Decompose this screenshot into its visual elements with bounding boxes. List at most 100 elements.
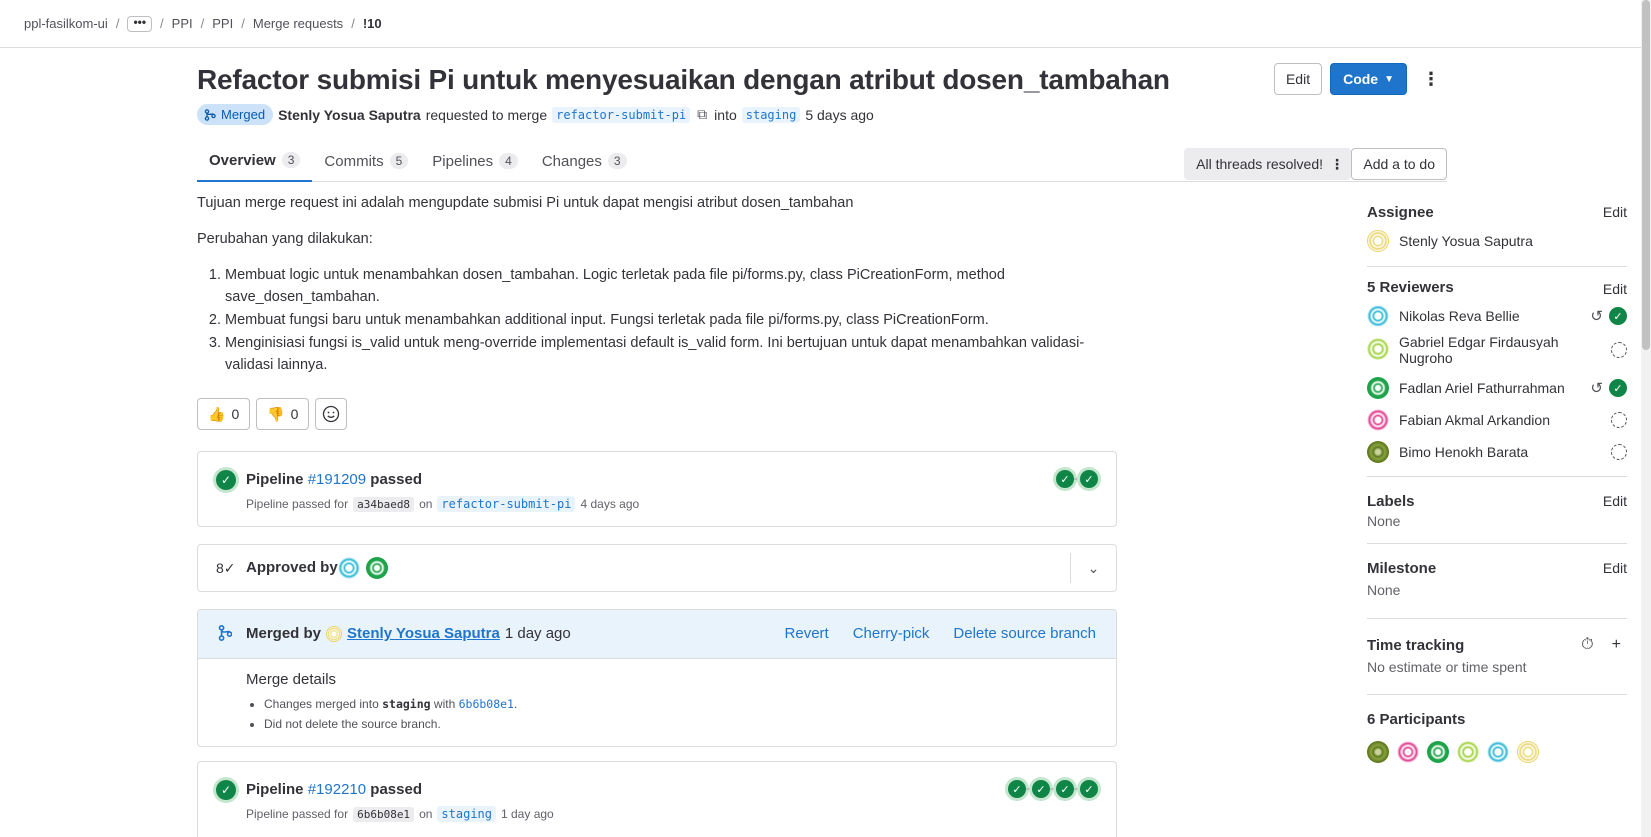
pipeline-link[interactable]: #192210 (308, 781, 366, 798)
pipeline-title: Pipeline #192210 passed (246, 781, 422, 798)
delete-source-branch-button[interactable]: Delete source branch (953, 625, 1096, 642)
reviewer-item[interactable]: Fadlan Ariel Fathurrahman ↺ ✓ (1367, 377, 1627, 399)
commit-sha[interactable]: 6b6b08e1 (353, 806, 415, 822)
avatar[interactable] (1517, 741, 1539, 763)
author-name[interactable]: Stenly Yosua Saputra (278, 107, 421, 123)
plus-icon[interactable]: + (1612, 636, 1621, 654)
tab-label: Pipelines (432, 152, 494, 170)
avatar[interactable] (338, 557, 360, 579)
merge-commit-link[interactable]: 6b6b08e1 (459, 697, 514, 711)
labels-edit-button[interactable]: Edit (1603, 493, 1627, 509)
avatar[interactable] (1367, 741, 1389, 763)
avatar[interactable] (1427, 741, 1449, 763)
approval-icon: 8✓ (216, 560, 236, 576)
cherry-pick-button[interactable]: Cherry-pick (853, 625, 930, 642)
target-branch[interactable]: staging (741, 106, 801, 123)
tab-label: Commits (324, 152, 384, 170)
avatar (1367, 409, 1389, 431)
breadcrumb-more-button[interactable]: ••• (127, 15, 153, 32)
stage-passed-icon[interactable]: ✓ (1080, 470, 1098, 488)
tab-changes[interactable]: Changes 3 (530, 140, 639, 182)
chevron-down-icon: ⌄ (1087, 559, 1100, 576)
add-reaction-button[interactable] (315, 398, 348, 430)
stage-passed-icon[interactable]: ✓ (1080, 780, 1098, 798)
avatar[interactable] (1487, 741, 1509, 763)
pipeline-passed-icon[interactable]: ✓ (216, 470, 236, 490)
avatar[interactable] (326, 625, 343, 642)
assignee-edit-button[interactable]: Edit (1603, 204, 1627, 220)
reviewers-title: 5 Reviewers (1367, 279, 1454, 296)
expand-approvals-button[interactable]: ⌄ (1070, 553, 1116, 583)
on-text: on (419, 807, 433, 821)
threads-kebab-icon[interactable]: ⋮ (1323, 156, 1351, 173)
tab-commits[interactable]: Commits 5 (312, 140, 420, 182)
list-item: Membuat logic untuk menambahkan dosen_ta… (225, 264, 1117, 308)
thumbsdown-button[interactable]: 👎 0 (256, 398, 310, 430)
pipeline-branch[interactable]: refactor-submit-pi (437, 496, 576, 512)
pipeline-passed-icon[interactable]: ✓ (216, 780, 236, 800)
merged-by-user-link[interactable]: Stenly Yosua Saputra (347, 625, 500, 642)
thumbsup-button[interactable]: 👍 0 (197, 398, 251, 430)
threads-resolved-status[interactable]: All threads resolved! ⋮ (1184, 148, 1351, 180)
reviewer-item[interactable]: Bimo Henokh Barata (1367, 441, 1627, 463)
labels-block: Labels Edit None (1367, 477, 1627, 544)
stage-passed-icon[interactable]: ✓ (1032, 780, 1050, 798)
smiley-icon (323, 405, 340, 423)
tab-overview[interactable]: Overview 3 (197, 140, 313, 182)
stopwatch-icon[interactable]: ⏱ (1581, 636, 1593, 654)
milestone-edit-button[interactable]: Edit (1603, 560, 1627, 576)
avatar[interactable] (366, 557, 388, 579)
pipeline-prefix: Pipeline (246, 471, 304, 488)
threads-label: All threads resolved! (1196, 156, 1323, 172)
assignee-title: Assignee (1367, 204, 1434, 221)
breadcrumb-project[interactable]: PPI (212, 16, 233, 31)
pipeline-link[interactable]: #191209 (308, 471, 366, 488)
with-text: with (433, 697, 456, 711)
revert-button[interactable]: Revert (785, 625, 829, 642)
pipeline-branch[interactable]: staging (437, 806, 496, 822)
assignee-block: Assignee Edit Stenly Yosua Saputra (1367, 192, 1627, 267)
commit-sha[interactable]: a34baed8 (353, 496, 415, 512)
tab-count: 3 (607, 153, 627, 169)
participants-block: 6 Participants (1367, 695, 1627, 775)
reviewer-name: Fadlan Ariel Fathurrahman (1399, 380, 1565, 396)
edit-button[interactable]: Edit (1273, 63, 1323, 95)
reviewer-item[interactable]: Gabriel Edgar Firdausyah Nugroho (1367, 334, 1627, 366)
rerequest-review-icon[interactable]: ↺ (1590, 307, 1603, 325)
review-pending-icon (1611, 444, 1627, 460)
add-todo-button[interactable]: Add a to do (1351, 148, 1447, 180)
breadcrumb-current-mr[interactable]: !10 (363, 16, 382, 31)
tab-pipelines[interactable]: Pipelines 4 (420, 140, 530, 182)
reviewer-name: Fabian Akmal Arkandion (1399, 412, 1550, 428)
copy-icon[interactable]: ⧉ (697, 106, 707, 123)
reviewers-edit-button[interactable]: Edit (1603, 281, 1627, 297)
breadcrumb-merge-requests[interactable]: Merge requests (253, 16, 343, 31)
reviewer-item[interactable]: Nikolas Reva Bellie ↺ ✓ (1367, 305, 1627, 327)
scrollbar-thumb[interactable] (1642, 0, 1650, 350)
tab-label: Changes (541, 152, 602, 170)
assignee-name: Stenly Yosua Saputra (1399, 233, 1533, 249)
source-branch[interactable]: refactor-submit-pi (552, 106, 691, 123)
stage-passed-icon[interactable]: ✓ (1056, 470, 1074, 488)
breadcrumb-subgroup[interactable]: PPI (172, 16, 193, 31)
code-dropdown-button[interactable]: Code ▼ (1330, 63, 1407, 95)
approved-by-label: Approved by (246, 559, 338, 576)
stage-passed-icon[interactable]: ✓ (1056, 780, 1074, 798)
avatar[interactable] (1457, 741, 1479, 763)
status-badge-label: Merged (221, 107, 266, 122)
assignee-item[interactable]: Stenly Yosua Saputra (1367, 230, 1533, 252)
breadcrumb: ppl-fasilkom-ui / ••• / PPI / PPI / Merg… (0, 0, 1641, 48)
rerequest-review-icon[interactable]: ↺ (1590, 379, 1603, 397)
stage-passed-icon[interactable]: ✓ (1008, 780, 1026, 798)
participants-title: 6 Participants (1367, 711, 1466, 728)
breadcrumb-group[interactable]: ppl-fasilkom-ui (24, 16, 108, 31)
more-actions-kebab-icon[interactable]: ⋮ (1415, 63, 1447, 95)
pipeline-title: Pipeline #191209 passed (246, 471, 422, 488)
avatar[interactable] (1397, 741, 1419, 763)
reviewer-item[interactable]: Fabian Akmal Arkandion (1367, 409, 1627, 431)
thumbsdown-count: 0 (290, 406, 299, 422)
avatar (1367, 377, 1389, 399)
page-scrollbar[interactable] (1641, 0, 1651, 837)
pipeline-stages: ✓ ✓ ✓ ✓ (1008, 780, 1098, 798)
chevron-down-icon: ▼ (1384, 73, 1394, 85)
